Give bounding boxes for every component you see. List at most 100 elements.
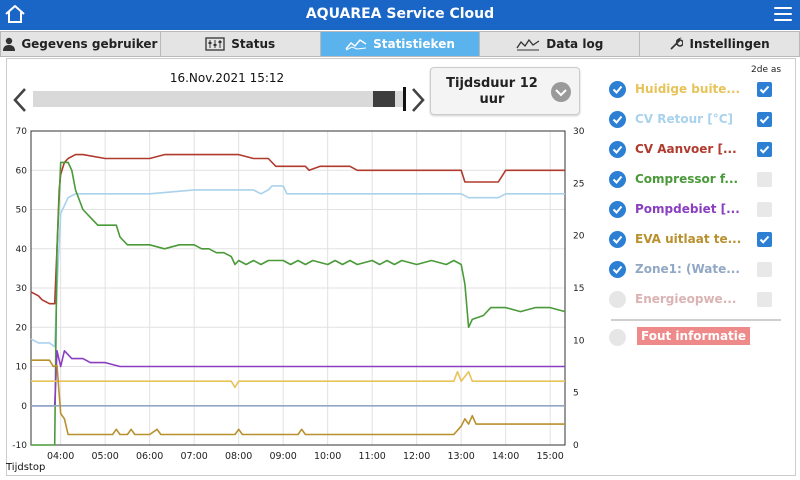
x-axis-title: Tijdstop [6,462,46,473]
x-tick-label: 14:00 [492,451,519,462]
unchecked-circle-icon[interactable] [609,291,626,308]
x-tick-label: 13:00 [447,451,474,462]
series-line [31,350,565,407]
legend-item[interactable]: CV Retour [°C] [609,109,785,131]
y-left-tick-label: 30 [16,284,28,294]
second-axis-checkbox[interactable] [757,172,772,187]
tab-data-log[interactable]: Data log [480,31,641,57]
chevron-right-icon [412,88,425,112]
chevron-left-icon [13,88,26,112]
x-tick-label: 10:00 [314,451,341,462]
check-circle-icon[interactable] [609,141,626,158]
y-right-tick-label: 15 [573,284,584,294]
legend-label: EVA uitlaat te... [635,232,742,246]
y-right-tick-label: 10 [573,336,585,346]
x-tick-label: 04:00 [47,451,74,462]
y-left-tick-label: 70 [16,127,28,137]
series-line [31,161,566,446]
x-tick-label: 06:00 [136,451,163,462]
second-axis-checkbox[interactable] [757,82,772,97]
app-header: AQUAREA Service Cloud [0,0,800,30]
tab-label: Data log [546,37,604,51]
y-left-tick-label: -10 [12,441,27,451]
x-tick-label: 12:00 [403,451,430,462]
tab-statistieken[interactable]: Statistieken [320,31,481,57]
second-axis-checkbox[interactable] [757,262,772,277]
second-axis-checkbox[interactable] [757,232,772,247]
tab-label: Statistieken [373,37,455,51]
second-axis-checkbox[interactable] [757,292,772,307]
wrench-icon [670,37,684,50]
tab-gegevens-gebruiker[interactable]: Gegevens gebruiker [0,31,161,57]
legend-divider [611,319,781,321]
check-circle-icon[interactable] [609,231,626,248]
hamburger-icon [774,7,792,9]
legend-item[interactable]: Pompdebiet [... [609,199,785,221]
second-axis-header: 2de as [751,65,782,75]
y-right-tick-label: 0 [573,441,579,451]
legend-item[interactable]: CV Aanvoer [... [609,139,785,161]
y-right-tick-label: 30 [573,127,585,137]
series-legend: 2de as Fout informatie Huidige buite... C… [603,59,793,477]
y-left-tick-label: 40 [16,245,28,255]
chart-line-icon [345,39,367,51]
series-line [31,370,565,389]
legend-label: Huidige buite... [635,82,741,96]
next-button[interactable] [409,87,427,117]
duration-dropdown[interactable]: Tijdsduur 12 uur [430,67,580,115]
y-right-tick-label: 20 [573,232,585,242]
x-tick-label: 15:00 [536,451,563,462]
check-circle-icon[interactable] [609,111,626,128]
tab-label: Status [231,37,276,51]
legend-item[interactable]: EVA uitlaat te... [609,229,785,251]
second-axis-checkbox[interactable] [757,112,772,127]
second-axis-checkbox[interactable] [757,142,772,157]
y-left-tick-label: 0 [21,402,27,412]
legend-item[interactable]: Zone1: (Wate... [609,259,785,281]
data-log-icon [516,38,540,51]
y-left-tick-label: 60 [16,166,28,176]
tab-status[interactable]: Status [160,31,321,57]
check-circle-icon[interactable] [609,171,626,188]
statistics-chart: -1001020304050607004:00 05:00 06:00 07:00 08… [12,127,585,462]
statistics-panel: 16.Nov.2021 15:12 Tijdsduur 12 uur -10 0 1… [6,58,796,476]
series-line [31,359,565,436]
legend-item[interactable]: Energieopwe... [609,289,785,311]
legend-label: Pompdebiet [... [635,202,740,216]
previous-button[interactable] [11,87,29,117]
check-circle-icon[interactable] [609,81,626,98]
x-tick-label: 05:00 [91,451,118,462]
duration-label: Tijdsduur 12 uur [446,76,538,107]
app-title: AQUAREA Service Cloud [305,6,495,22]
legend-label: CV Retour [°C] [635,112,734,126]
y-left-tick-label: 20 [16,323,28,333]
chevron-down-icon [551,82,571,102]
legend-item[interactable]: Huidige buite... [609,79,785,101]
series-line [30,185,565,348]
tab-instellingen[interactable]: Instellingen [640,31,800,57]
y-left-tick-label: 50 [16,206,28,216]
fault-toggle[interactable] [609,329,626,346]
user-icon [3,37,16,51]
second-axis-checkbox[interactable] [757,202,772,217]
y-right-tick-label: 25 [573,179,584,189]
time-slider-handle[interactable] [372,91,395,107]
x-tick-label: 09:00 [269,451,296,462]
y-right-tick-label: 5 [573,389,579,399]
x-tick-label: 11:00 [358,451,385,462]
status-gauge-icon [205,37,225,51]
series-line [30,153,565,305]
check-circle-icon[interactable] [609,201,626,218]
slider-end-marker [403,87,406,111]
current-datetime: 16.Nov.2021 15:12 [169,71,285,85]
tab-label: Gegevens gebruiker [21,37,158,51]
check-circle-icon[interactable] [609,261,626,278]
legend-label: Compressor f... [635,172,739,186]
tab-label: Instellingen [689,37,770,51]
fault-info-label: Fout informatie [637,327,751,345]
y-left-tick-label: 10 [16,363,28,373]
main-tabs: Gegevens gebruiker Status Statistieken D… [0,31,800,57]
legend-item[interactable]: Compressor f... [609,169,785,191]
time-slider[interactable] [33,91,405,107]
menu-button[interactable] [774,7,792,22]
